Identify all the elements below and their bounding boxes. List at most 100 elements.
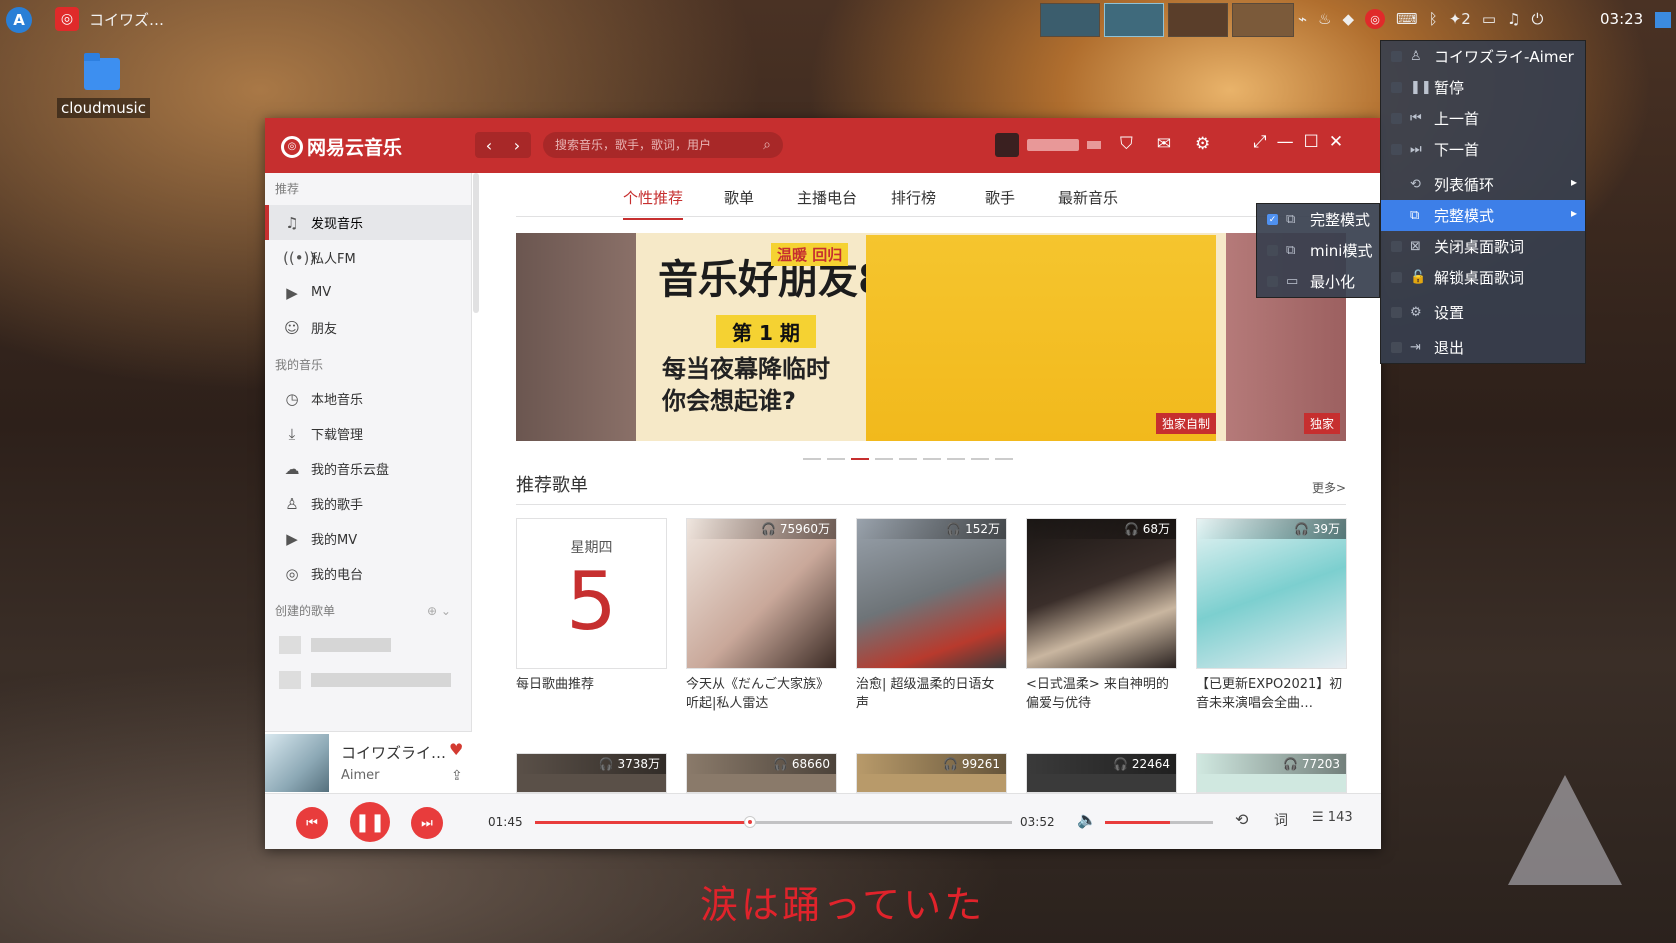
sidebar-item-radio[interactable]: ◎ 我的电台 bbox=[265, 556, 471, 591]
playlist-card[interactable]: 🎧 3738万 bbox=[516, 753, 667, 793]
notification-icon[interactable]: ✦2 bbox=[1449, 10, 1471, 28]
search-input[interactable] bbox=[555, 138, 745, 152]
tab-recommend[interactable]: 个性推荐 bbox=[623, 187, 684, 220]
submenu-item-mini[interactable]: ⧉ mini模式 bbox=[1257, 235, 1379, 266]
launcher-icon[interactable]: A bbox=[6, 7, 32, 33]
mini-mode-icon[interactable]: ⤢ bbox=[1253, 132, 1267, 152]
playlist-cover[interactable]: 🎧 152万 bbox=[856, 518, 1007, 669]
user-menu[interactable] bbox=[995, 133, 1101, 157]
tab-charts[interactable]: 排行榜 bbox=[891, 187, 936, 208]
playlist-cover[interactable]: 🎧 39万 bbox=[1196, 518, 1347, 669]
menu-item-unlock-lyrics[interactable]: 🔓 解锁桌面歌词 bbox=[1381, 262, 1585, 293]
menu-item-song[interactable]: ♙ コイワズライ-Aimer bbox=[1381, 41, 1585, 72]
repeat-icon[interactable]: ⟲ bbox=[1235, 810, 1248, 829]
now-playing-artist[interactable]: Aimer bbox=[341, 768, 380, 783]
menu-item-quit[interactable]: ⇥ 退出 bbox=[1381, 332, 1585, 363]
sidebar-item-cloud[interactable]: ☁ 我的音乐云盘 bbox=[265, 451, 471, 486]
banner-dot[interactable] bbox=[923, 458, 941, 460]
share-icon[interactable]: ⇪ bbox=[451, 768, 463, 784]
playlist-cover[interactable]: 🎧 75960万 bbox=[686, 518, 837, 669]
settings-icon[interactable]: ⚙ bbox=[1195, 134, 1210, 154]
playlist-cover[interactable]: 🎧 3738万 bbox=[516, 753, 667, 793]
submenu-item-minimize[interactable]: ▭ 最小化 bbox=[1257, 266, 1379, 297]
banner-carousel[interactable]: 音乐好朋友8 温暖 回归 第 1 期 每当夜幕降临时 你会想起谁? 独家自制 独… bbox=[516, 233, 1346, 441]
submenu-item-full[interactable]: ✓ ⧉ 完整模式 bbox=[1257, 204, 1379, 235]
banner-dot[interactable] bbox=[971, 458, 989, 460]
playlist-button[interactable]: ☰ 143 bbox=[1312, 810, 1353, 825]
playlist-cover[interactable]: 🎧 99261 bbox=[856, 753, 1007, 793]
playlist-item[interactable] bbox=[265, 662, 471, 697]
sidebar-item-fm[interactable]: ((•)) 私人FM bbox=[265, 240, 471, 275]
desktop-icon-cloudmusic[interactable]: cloudmusic bbox=[57, 53, 150, 118]
sidebar-item-downloads[interactable]: ⤓ 下载管理 bbox=[265, 416, 471, 451]
lyrics-button[interactable]: 词 bbox=[1274, 810, 1288, 830]
menu-item-full-mode[interactable]: ⧉ 完整模式 ▸ bbox=[1381, 200, 1585, 231]
color-picker-icon[interactable]: ◆ bbox=[1342, 10, 1354, 28]
banner-dot[interactable] bbox=[947, 458, 965, 460]
volume-icon[interactable]: 🔈 bbox=[1077, 810, 1097, 829]
pause-icon[interactable]: ❚❚ bbox=[350, 802, 390, 842]
clock[interactable]: 03:23 bbox=[1600, 10, 1643, 28]
tab-new-music[interactable]: 最新音乐 bbox=[1058, 187, 1118, 208]
playlist-card[interactable]: 🎧 75960万 今天从《だんご大家族》听起|私人雷达 bbox=[686, 518, 837, 713]
playlist-caption[interactable]: 每日歌曲推荐 bbox=[516, 675, 667, 713]
sidebar-item-friends[interactable]: ☺ 朋友 bbox=[265, 310, 471, 345]
music-icon[interactable]: ♫ bbox=[1507, 10, 1520, 28]
skin-icon[interactable]: ⛉ bbox=[1120, 134, 1133, 154]
playlist-caption[interactable]: 治愈| 超级温柔的日语女声 bbox=[856, 675, 1007, 713]
tab-playlists[interactable]: 歌单 bbox=[724, 187, 754, 208]
sidebar-item-artists[interactable]: ♙ 我的歌手 bbox=[265, 486, 471, 521]
netease-tray-icon[interactable]: ◎ bbox=[1365, 9, 1386, 29]
workspace-2[interactable] bbox=[1104, 3, 1164, 37]
avatar[interactable] bbox=[995, 133, 1019, 157]
more-link[interactable]: 更多> bbox=[1312, 479, 1346, 496]
back-icon[interactable]: ‹ bbox=[475, 132, 503, 158]
playlist-card[interactable]: 🎧 77203 bbox=[1196, 753, 1347, 793]
tab-radio[interactable]: 主播电台 bbox=[797, 187, 857, 208]
playlist-card[interactable]: 🎧 68660 bbox=[686, 753, 837, 793]
banner-dot[interactable] bbox=[827, 458, 845, 460]
banner-dot[interactable] bbox=[875, 458, 893, 460]
banner-dot[interactable] bbox=[899, 458, 917, 460]
volume-slider[interactable] bbox=[1105, 821, 1213, 824]
keyboard-icon[interactable]: ⌨ bbox=[1396, 10, 1418, 28]
album-cover[interactable] bbox=[265, 734, 329, 792]
maximize-icon[interactable]: ☐ bbox=[1304, 132, 1319, 152]
progress-slider[interactable] bbox=[535, 816, 1012, 828]
bluetooth-icon[interactable]: ᛒ bbox=[1429, 10, 1438, 28]
banner-prev[interactable] bbox=[516, 233, 636, 441]
minimize-icon[interactable]: — bbox=[1277, 132, 1294, 152]
workspace-4[interactable] bbox=[1232, 3, 1294, 37]
playlist-card[interactable]: 🎧 152万 治愈| 超级温柔的日语女声 bbox=[856, 518, 1007, 713]
display-icon[interactable]: ▭ bbox=[1482, 10, 1496, 28]
taskbar-app[interactable]: ◎ コイワズ… bbox=[55, 7, 164, 31]
playlist-item[interactable] bbox=[265, 627, 471, 662]
sidebar-item-mymv[interactable]: ▶ 我的MV bbox=[265, 521, 471, 556]
menu-item-previous[interactable]: ⏮ 上一首 bbox=[1381, 103, 1585, 134]
workspace-1[interactable] bbox=[1040, 3, 1100, 37]
menu-item-pause[interactable]: ❚❚ 暂停 bbox=[1381, 72, 1585, 103]
playlist-caption[interactable]: 今天从《だんご大家族》听起|私人雷达 bbox=[686, 675, 837, 713]
banner-current[interactable]: 音乐好朋友8 温暖 回归 第 1 期 每当夜幕降临时 你会想起谁? 独家自制 bbox=[636, 233, 1226, 441]
banner-dot[interactable] bbox=[995, 458, 1013, 460]
menu-item-settings[interactable]: ⚙ 设置 bbox=[1381, 297, 1585, 328]
playlist-cover[interactable]: 🎧 68660 bbox=[686, 753, 837, 793]
sidebar-item-discover[interactable]: ♫ 发现音乐 bbox=[265, 205, 471, 240]
playlist-cover[interactable]: 🎧 22464 bbox=[1026, 753, 1177, 793]
menu-item-loop[interactable]: ⟲ 列表循环 ▸ bbox=[1381, 169, 1585, 200]
playlist-caption[interactable]: <日式温柔> 来自神明的偏爱与优待 bbox=[1026, 675, 1177, 713]
playlist-card-daily[interactable]: 星期四 5 每日歌曲推荐 bbox=[516, 518, 667, 713]
desktop-lyric[interactable]: 涙は踊っていた bbox=[700, 874, 985, 929]
playlist-card[interactable]: 🎧 39万 【已更新EXPO2021】初音未来演唱会全曲… bbox=[1196, 518, 1347, 713]
tab-artists[interactable]: 歌手 bbox=[985, 187, 1015, 208]
search-icon[interactable]: ⌕ bbox=[763, 137, 771, 153]
power-icon[interactable]: ⏻ bbox=[1531, 10, 1543, 28]
playlist-cover[interactable]: 🎧 77203 bbox=[1196, 753, 1347, 793]
workspace-3[interactable] bbox=[1168, 3, 1228, 37]
progress-knob[interactable] bbox=[743, 816, 756, 828]
like-heart-icon[interactable]: ♥ bbox=[449, 740, 463, 759]
sidebar-item-local[interactable]: ◷ 本地音乐 bbox=[265, 381, 471, 416]
now-playing-mini[interactable]: コイワズライ… Aimer ♥ ⇪ bbox=[265, 731, 472, 793]
playlist-card[interactable]: 🎧 68万 <日式温柔> 来自神明的偏爱与优待 bbox=[1026, 518, 1177, 713]
playlist-card[interactable]: 🎧 99261 bbox=[856, 753, 1007, 793]
